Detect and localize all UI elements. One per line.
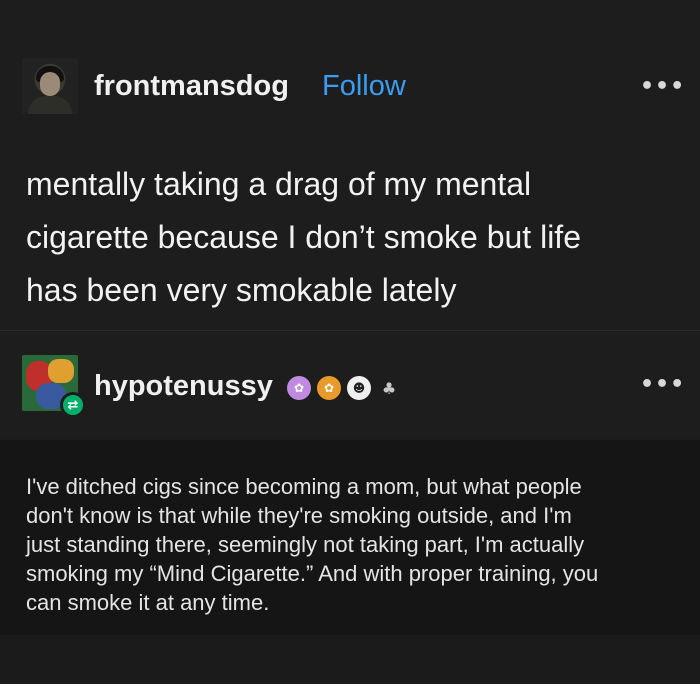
reblog-text-line: don't know is that while they're smoking…	[26, 503, 572, 528]
reblog-text-line: I've ditched cigs since becoming a mom, …	[26, 474, 582, 499]
reblog-icon: ⇄	[60, 392, 86, 418]
reblog-text-line: just standing there, seemingly not takin…	[26, 532, 585, 557]
reblog-text-line: can smoke it at any time.	[26, 590, 270, 615]
paw-badge-icon[interactable]: ✿	[317, 376, 341, 400]
post-text-line: mentally taking a drag of my mental	[26, 166, 532, 202]
reblog-username[interactable]: hypotenussy	[94, 370, 273, 403]
user-avatar[interactable]	[22, 58, 78, 114]
reblog-text-line: smoking my “Mind Cigarette.” And with pr…	[26, 561, 599, 586]
follow-button[interactable]: Follow	[322, 70, 406, 103]
more-options-icon[interactable]: •••	[640, 372, 685, 397]
post-text-line: has been very smokable lately	[26, 272, 457, 308]
sparkle-badge-icon[interactable]: ♣	[377, 376, 401, 400]
post-footer	[0, 635, 700, 684]
post-username[interactable]: frontmansdog	[94, 70, 289, 103]
face-badge-icon[interactable]: ☻	[347, 376, 371, 400]
post-text-line: cigarette because I don’t smoke but life	[26, 219, 581, 255]
paw-badge-icon[interactable]: ✿	[287, 376, 311, 400]
user-badges: ✿ ✿ ☻ ♣	[287, 374, 401, 402]
reblog-body: I've ditched cigs since becoming a mom, …	[26, 472, 686, 617]
post-body: mentally taking a drag of my mental ciga…	[26, 158, 686, 317]
more-options-icon[interactable]: •••	[640, 74, 685, 99]
